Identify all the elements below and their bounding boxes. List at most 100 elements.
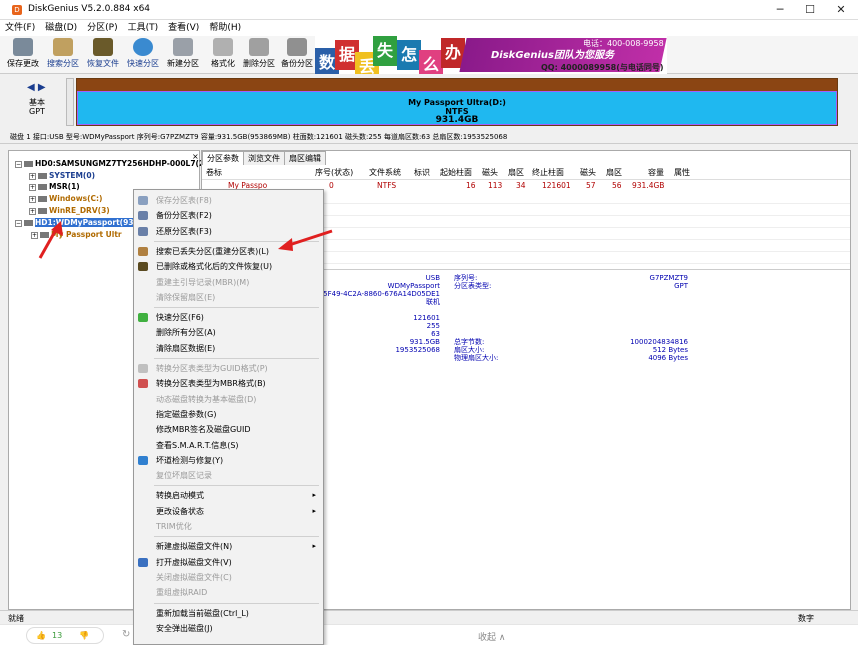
status-text: 就绪: [8, 614, 24, 623]
menu-item-1[interactable]: 磁盘(D): [40, 20, 82, 36]
backup-icon: [287, 38, 307, 56]
context-menu-item-24: TRIM优化: [134, 519, 323, 534]
hard-disk-icon: [24, 161, 33, 167]
restore-table-icon: [138, 226, 148, 236]
partition-bar[interactable]: My Passport Ultra(D:) NTFS 931.4GB: [76, 78, 838, 126]
partition-block[interactable]: My Passport Ultra(D:) NTFS 931.4GB: [77, 91, 837, 125]
toolbar-button-7[interactable]: 备份分区: [278, 38, 316, 72]
toolbar-button-3[interactable]: 快速分区: [124, 38, 162, 72]
menu-item-2[interactable]: 分区(P): [82, 20, 122, 36]
expand-icon[interactable]: +: [29, 183, 36, 191]
toolbar-button-0[interactable]: 保存更改: [4, 38, 42, 72]
column-header[interactable]: 容量: [648, 166, 664, 180]
context-menu-item-31[interactable]: 重新加载当前磁盘(Ctrl_L): [134, 606, 323, 621]
menu-item-5[interactable]: 帮助(H): [204, 20, 246, 36]
column-header[interactable]: 序号(状态): [315, 166, 353, 180]
expand-icon[interactable]: −: [15, 219, 22, 227]
tree-node-2[interactable]: + MSR(1): [29, 182, 80, 191]
column-header[interactable]: 属性: [674, 166, 690, 180]
minimize-button[interactable]: ─: [765, 0, 795, 20]
context-menu-item-1[interactable]: 备份分区表(F2): [134, 208, 323, 223]
menu-item-0[interactable]: 文件(F): [0, 20, 40, 36]
maximize-button[interactable]: ☐: [795, 0, 825, 20]
tree-node-6[interactable]: + My Passport Ultr: [31, 230, 122, 239]
partition-icon: [40, 232, 49, 238]
toolbar-button-5[interactable]: 格式化: [204, 38, 242, 72]
column-header[interactable]: 标识: [414, 166, 430, 180]
context-menu-item-19[interactable]: 坏道检测与修复(Y): [134, 453, 323, 468]
context-menu-item-18[interactable]: 查看S.M.A.R.T.信息(S): [134, 438, 323, 453]
thumb-down-icon[interactable]: 👎: [79, 631, 89, 640]
column-header[interactable]: 扇区: [606, 166, 622, 180]
toolbar-button-1[interactable]: 搜索分区: [44, 38, 82, 72]
submenu-arrow-icon: ▸: [312, 506, 316, 515]
column-header[interactable]: 起始柱面: [440, 166, 472, 180]
unallocated-segment[interactable]: [66, 78, 74, 126]
column-header[interactable]: 扇区: [508, 166, 524, 180]
tree-node-5[interactable]: − HD1:WDMyPassport(93: [15, 218, 134, 227]
context-menu-item-28: 关闭虚拟磁盘文件(C): [134, 570, 323, 585]
save-icon: [13, 38, 33, 56]
expand-icon[interactable]: +: [29, 207, 36, 215]
submenu-arrow-icon: ▸: [312, 491, 316, 500]
table-cell: 57: [586, 181, 596, 190]
tab-1[interactable]: 浏览文件: [243, 151, 285, 165]
detail-label: 序列号:: [454, 274, 478, 282]
tree-node-0[interactable]: − HD0:SAMSUNGMZ7TY256HDHP-000L7(23: [15, 159, 209, 168]
status-bar: 就绪 数字: [0, 610, 858, 624]
toolbar-button-6[interactable]: 删除分区: [240, 38, 278, 72]
column-header[interactable]: 卷标: [206, 166, 222, 180]
tree-node-3[interactable]: + Windows(C:): [29, 194, 102, 203]
disk-nav-arrows[interactable]: ◀ ▶: [27, 82, 46, 93]
column-header[interactable]: 终止柱面: [532, 166, 564, 180]
diskgenius-window: D DiskGenius V5.2.0.884 x64 ─ ☐ ✕ 文件(F) 磁…: [0, 0, 858, 645]
context-menu-item-17[interactable]: 修改MBR签名及磁盘GUID: [134, 422, 323, 437]
close-button[interactable]: ✕: [826, 0, 856, 20]
context-menu-item-22[interactable]: 转换启动模式 ▸: [134, 488, 323, 503]
refresh-icon[interactable]: ↻: [122, 629, 130, 640]
table-cell: 34: [516, 181, 526, 190]
expand-icon[interactable]: +: [31, 231, 38, 239]
context-menu-item-14[interactable]: 转换分区表类型为MBR格式(B): [134, 376, 323, 391]
column-header[interactable]: 磁头: [580, 166, 596, 180]
new-partition-icon: [173, 38, 193, 56]
context-menu-item-11[interactable]: 清除扇区数据(E): [134, 341, 323, 356]
disk-type-gpt: GPT: [29, 107, 45, 116]
tree-node-4[interactable]: + WinRE_DRV(3): [29, 206, 110, 215]
tab-2[interactable]: 扇区编辑: [284, 151, 326, 165]
column-header[interactable]: 文件系统: [369, 166, 401, 180]
collapse-button[interactable]: 收起 ∧: [478, 630, 505, 643]
ad-banner[interactable]: 数据丢失怎么办 DiskGenius团队为您服务 电话：400-008-9958…: [315, 36, 667, 74]
tab-0[interactable]: 分区参数: [202, 151, 244, 165]
context-menu-item-32[interactable]: 安全弹出磁盘(J): [134, 621, 323, 636]
menu-item-label: 还原分区表(F3): [156, 226, 212, 236]
table-cell: 931.4GB: [632, 181, 665, 190]
context-menu-item-23[interactable]: 更改设备状态 ▸: [134, 504, 323, 519]
table-cell: 113: [488, 181, 503, 190]
expand-icon[interactable]: −: [15, 160, 22, 168]
tree-node-label: My Passport Ultr: [51, 230, 122, 239]
expand-icon[interactable]: +: [29, 172, 36, 180]
tree-node-1[interactable]: + SYSTEM(0): [29, 171, 95, 180]
context-menu-item-26[interactable]: 新建虚拟磁盘文件(N) ▸: [134, 539, 323, 554]
context-menu-item-29: 重组虚拟RAID: [134, 585, 323, 600]
app-logo-icon: D: [12, 5, 22, 15]
menu-item-4[interactable]: 查看(V): [163, 20, 204, 36]
context-menu-item-4[interactable]: 搜索已丢失分区(重建分区表)(L): [134, 244, 323, 259]
menu-item-label: 坏道检测与修复(Y): [156, 455, 224, 465]
context-menu-item-16[interactable]: 指定磁盘参数(G): [134, 407, 323, 422]
expand-icon[interactable]: +: [29, 195, 36, 203]
column-header[interactable]: 磁头: [482, 166, 498, 180]
like-button[interactable]: 👍 13 👎: [26, 627, 104, 644]
toolbar-button-4[interactable]: 新建分区: [164, 38, 202, 72]
context-menu-item-10[interactable]: 删除所有分区(A): [134, 325, 323, 340]
toolbar-button-2[interactable]: 恢复文件: [84, 38, 122, 72]
menu-item-3[interactable]: 工具(T): [123, 20, 164, 36]
quick-part-icon: [138, 313, 148, 323]
context-menu-item-27[interactable]: 打开虚拟磁盘文件(V): [134, 555, 323, 570]
context-menu-item-5[interactable]: 已删除或格式化后的文件恢复(U): [134, 259, 323, 274]
context-menu-item-9[interactable]: 快速分区(F6): [134, 310, 323, 325]
menu-item-label: 打开虚拟磁盘文件(V): [156, 557, 232, 567]
context-menu-item-2[interactable]: 还原分区表(F3): [134, 224, 323, 239]
page-bottom-strip: 👍 13 👎 ↻ 收起 ∧: [0, 624, 858, 645]
